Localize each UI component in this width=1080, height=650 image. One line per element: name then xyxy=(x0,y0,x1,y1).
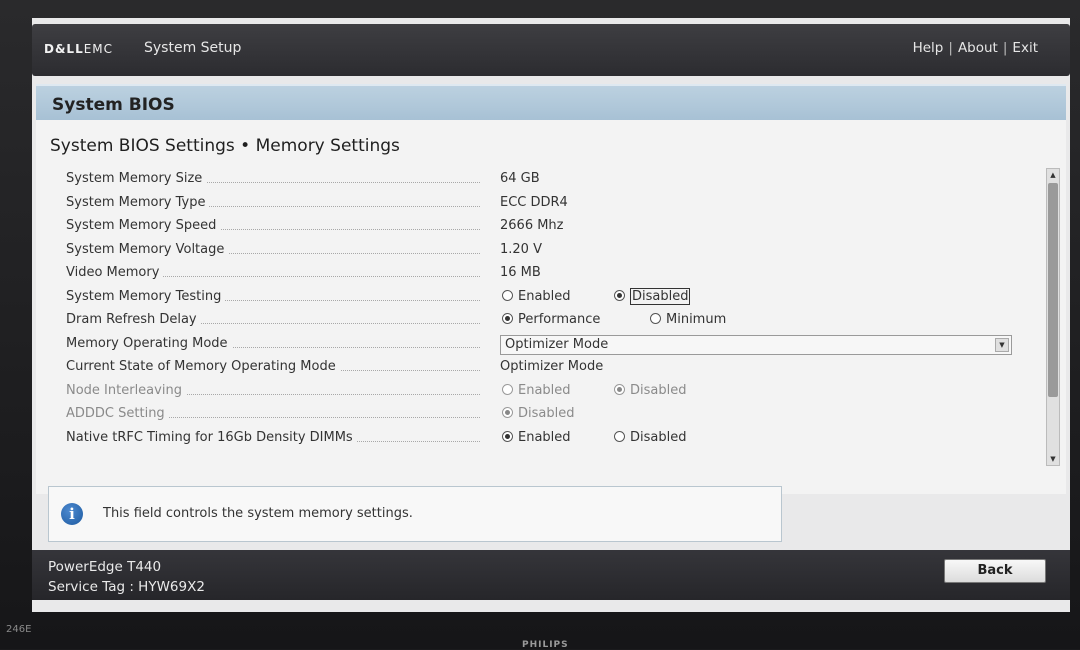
help-link[interactable]: Help xyxy=(913,40,944,56)
scroll-down-icon[interactable]: ▼ xyxy=(1047,453,1059,465)
adddc-disabled-radio: Disabled xyxy=(502,406,574,421)
setting-label: ADDDC Setting xyxy=(66,406,169,421)
radio-off-icon xyxy=(614,430,625,442)
bios-title-band: System BIOS xyxy=(36,84,1066,122)
setting-row-memory-operating-mode: Memory Operating Mode Optimizer Mode ▼ xyxy=(66,333,1056,357)
breadcrumb: System BIOS Settings • Memory Settings xyxy=(50,136,400,156)
setting-row-memory-size: System Memory Size 64 GB xyxy=(66,168,1056,192)
radio-on-icon xyxy=(502,430,513,442)
setting-label: Video Memory xyxy=(66,265,164,280)
setting-row-adddc: ADDDC Setting Disabled xyxy=(66,403,1056,427)
system-model: PowerEdge T440 xyxy=(48,559,162,575)
service-tag: Service Tag : HYW69X2 xyxy=(48,579,205,595)
settings-panel: System BIOS Settings • Memory Settings S… xyxy=(36,120,1066,494)
trfc-disabled-radio[interactable]: Disabled xyxy=(614,430,686,445)
setting-row-node-interleaving: Node Interleaving Enabled Disabled xyxy=(66,380,1056,404)
top-bar: D&LLEMC System Setup Help | About | Exit xyxy=(32,24,1070,76)
setting-label: System Memory Type xyxy=(66,194,210,210)
radio-on-icon xyxy=(614,383,625,395)
help-box: i This field controls the system memory … xyxy=(48,486,782,542)
setting-row-video-memory: Video Memory 16 MB xyxy=(66,262,1056,286)
settings-scrollbar[interactable]: ▲ ▼ xyxy=(1046,168,1060,466)
chevron-down-icon[interactable]: ▼ xyxy=(995,337,1009,352)
setting-row-native-trfc: Native tRFC Timing for 16Gb Density DIMM… xyxy=(66,427,1056,451)
back-button[interactable]: Back xyxy=(944,559,1046,583)
setting-value: Optimizer Mode xyxy=(500,359,604,374)
radio-on-icon xyxy=(502,407,513,418)
bios-screen: D&LLEMC System Setup Help | About | Exit Sys… xyxy=(32,18,1070,612)
dram-performance-radio[interactable]: Performance xyxy=(502,312,600,327)
setting-label: System Memory Speed xyxy=(66,218,221,233)
setting-row-dram-refresh-delay: Dram Refresh Delay Performance Minimum xyxy=(66,309,1056,333)
radio-off-icon xyxy=(502,289,513,301)
setting-row-memory-type: System Memory Type ECC DDR4 xyxy=(66,192,1056,216)
footer-bar: PowerEdge T440 Service Tag : HYW69X2 Bac… xyxy=(32,550,1070,600)
help-text: This field controls the system memory se… xyxy=(103,506,413,521)
about-link[interactable]: About xyxy=(958,40,998,56)
top-links: Help | About | Exit xyxy=(912,40,1038,56)
node-interleaving-enabled-radio: Enabled xyxy=(502,383,571,398)
setting-row-memory-speed: System Memory Speed 2666 Mhz xyxy=(66,215,1056,239)
setting-value: 16 MB xyxy=(500,265,541,280)
info-icon: i xyxy=(61,503,83,525)
setting-label: Current State of Memory Operating Mode xyxy=(66,359,340,374)
setting-label: Native tRFC Timing for 16Gb Density DIMM… xyxy=(66,429,357,445)
exit-link[interactable]: Exit xyxy=(1012,40,1038,56)
memory-testing-enabled-radio[interactable]: Enabled xyxy=(502,289,571,304)
radio-on-icon xyxy=(614,289,625,301)
setting-label: System Memory Size xyxy=(66,171,207,186)
setting-label: System Memory Voltage xyxy=(66,241,229,257)
setting-label: Node Interleaving xyxy=(66,382,186,398)
setting-label: Memory Operating Mode xyxy=(66,335,232,351)
radio-on-icon xyxy=(502,313,513,324)
node-interleaving-disabled-radio: Disabled xyxy=(614,383,686,398)
radio-off-icon xyxy=(650,313,661,324)
setting-value: 1.20 V xyxy=(500,241,542,257)
dram-minimum-radio[interactable]: Minimum xyxy=(650,312,726,327)
setting-row-memory-voltage: System Memory Voltage 1.20 V xyxy=(66,239,1056,263)
setting-row-memory-testing: System Memory Testing Enabled Disabled xyxy=(66,286,1056,310)
setting-label: Dram Refresh Delay xyxy=(66,312,201,327)
monitor-model-label: 246E xyxy=(6,624,32,635)
setting-value: ECC DDR4 xyxy=(500,194,568,210)
dell-emc-logo: D&LLEMC xyxy=(44,42,114,56)
trfc-enabled-radio[interactable]: Enabled xyxy=(502,430,571,445)
setting-row-current-operating-mode: Current State of Memory Operating Mode O… xyxy=(66,356,1056,380)
radio-off-icon xyxy=(502,383,513,395)
settings-list: System Memory Size 64 GB System Memory T… xyxy=(66,168,1056,450)
scroll-thumb[interactable] xyxy=(1048,183,1058,397)
scroll-up-icon[interactable]: ▲ xyxy=(1047,169,1059,181)
setting-value: 2666 Mhz xyxy=(500,218,564,233)
page-title: System BIOS xyxy=(52,95,175,115)
setting-label: System Memory Testing xyxy=(66,288,226,304)
app-title: System Setup xyxy=(144,40,242,56)
setting-value: 64 GB xyxy=(500,171,540,186)
memory-operating-mode-select[interactable]: Optimizer Mode ▼ xyxy=(500,334,1012,355)
memory-testing-disabled-radio[interactable]: Disabled xyxy=(614,287,691,305)
